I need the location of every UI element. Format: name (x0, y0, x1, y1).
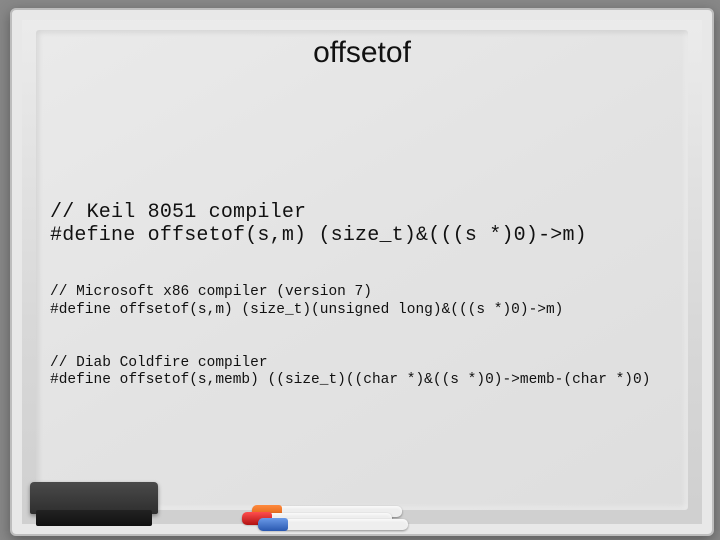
code-block-microsoft: // Microsoft x86 compiler (version 7) #d… (50, 267, 688, 319)
whiteboard-markers-icon (242, 506, 412, 528)
whiteboard-surface: offsetof // Keil 8051 compiler #define o… (36, 30, 688, 510)
whiteboard-eraser-icon (30, 482, 158, 532)
whiteboard-frame: offsetof // Keil 8051 compiler #define o… (10, 8, 714, 536)
code-line: #define offsetof(s,memb) ((size_t)((char… (50, 372, 650, 388)
code-line: #define offsetof(s,m) (size_t)(unsigned … (50, 302, 563, 318)
code-block-keil: // Keil 8051 compiler #define offsetof(s… (50, 178, 688, 247)
slide-title: offsetof (36, 36, 688, 70)
code-line: #define offsetof(s,m) (size_t)&(((s *)0)… (50, 224, 587, 247)
code-block-diab: // Diab Coldfire compiler #define offset… (50, 337, 688, 389)
code-comment: // Keil 8051 compiler (50, 201, 306, 224)
code-comment: // Microsoft x86 compiler (version 7) (50, 284, 372, 300)
code-comment: // Diab Coldfire compiler (50, 355, 268, 371)
